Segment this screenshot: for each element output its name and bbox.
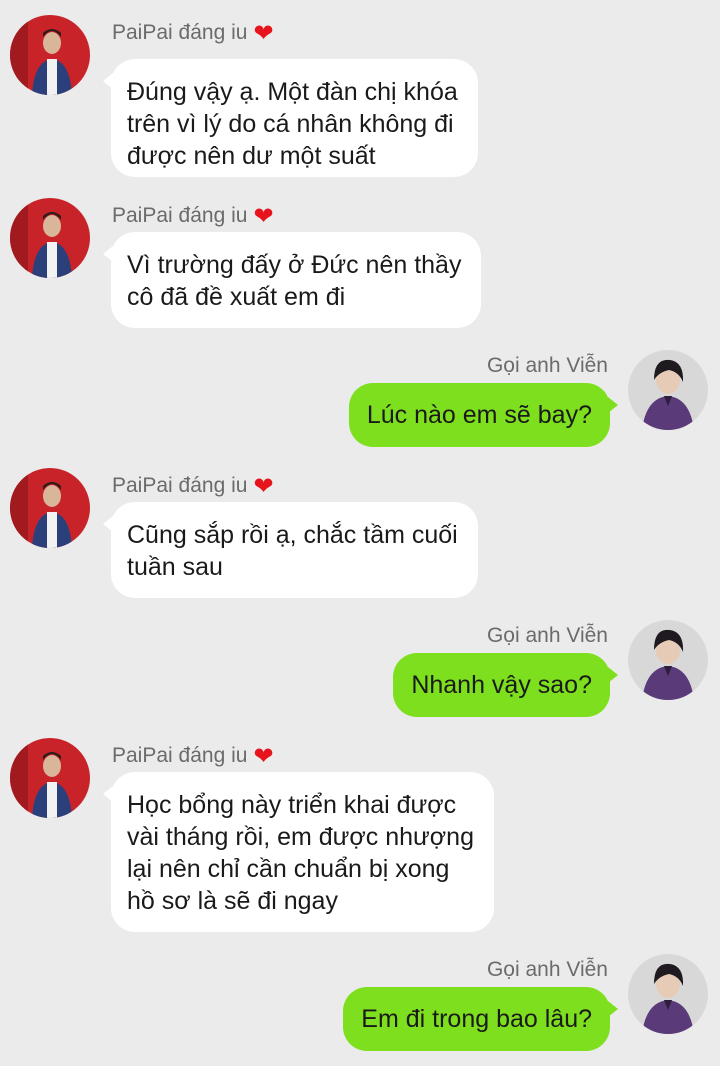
- my-avatar[interactable]: [628, 954, 708, 1034]
- message-text-line: lại nên chỉ cần chuẩn bị xong: [127, 855, 450, 883]
- heart-icon: ❤: [253, 473, 274, 500]
- message-text-line: hồ sơ là sẽ đi ngay: [127, 887, 338, 915]
- contact-avatar[interactable]: [10, 468, 90, 548]
- sender-name: PaiPai đáng iu ❤: [112, 202, 274, 231]
- message-text-line: được nên dư một suất: [127, 142, 376, 170]
- message-text-line: Cũng sắp rồi ạ, chắc tầm cuối: [127, 521, 458, 549]
- message-bubble[interactable]: Em đi trong bao lâu?: [343, 987, 618, 1051]
- heart-icon: ❤: [253, 20, 274, 47]
- sender-name: PaiPai đáng iu ❤: [112, 19, 274, 48]
- message-text-line: Đúng vậy ạ. Một đàn chị khóa: [127, 78, 458, 106]
- avatar-purple-jacket-icon: [628, 954, 708, 1034]
- message-bubble[interactable]: Cũng sắp rồi ạ, chắc tầm cuối tuần sau: [103, 502, 478, 598]
- sender-name: Gọi anh Viễn: [486, 354, 608, 377]
- avatar-red-wall-icon: [10, 738, 90, 818]
- contact-avatar[interactable]: [10, 198, 90, 278]
- message-text-line: Vì trường đấy ở Đức nên thầy: [127, 251, 462, 279]
- contact-avatar[interactable]: [10, 15, 90, 95]
- my-avatar[interactable]: [628, 620, 708, 700]
- sender-name-text: PaiPai đáng iu: [112, 744, 248, 767]
- avatar-red-wall-icon: [10, 468, 90, 548]
- message-bubble[interactable]: Vì trường đấy ở Đức nên thầy cô đã đề xu…: [102, 232, 482, 328]
- message-text-line: vài tháng rồi, em được nhượng: [127, 823, 474, 851]
- heart-icon: ❤: [253, 743, 274, 770]
- sender-name-text: PaiPai đáng iu: [112, 204, 248, 227]
- sender-name: PaiPai đáng iu ❤: [112, 472, 274, 501]
- message-text-line: trên vì lý do cá nhân không đi: [127, 110, 454, 138]
- message-bubble[interactable]: Đúng vậy ạ. Một đàn chị khóa trên vì lý …: [103, 59, 478, 177]
- avatar-purple-jacket-icon: [628, 350, 708, 430]
- avatar-red-wall-icon: [10, 15, 90, 95]
- message-text-line: Học bổng này triển khai được: [127, 791, 457, 819]
- message-bubble[interactable]: Lúc nào em sẽ bay?: [348, 383, 619, 447]
- avatar-red-wall-icon: [10, 198, 90, 278]
- my-avatar[interactable]: [628, 350, 708, 430]
- message-text-line: cô đã đề xuất em đi: [127, 283, 346, 311]
- sender-name: PaiPai đáng iu ❤: [112, 742, 274, 771]
- sender-name-text: PaiPai đáng iu: [112, 21, 248, 44]
- message-text-line: tuần sau: [127, 553, 223, 581]
- sender-name: Gọi anh Viễn: [486, 958, 608, 981]
- contact-avatar[interactable]: [10, 738, 90, 818]
- avatar-purple-jacket-icon: [628, 620, 708, 700]
- message-bubble[interactable]: Nhanh vậy sao?: [393, 653, 618, 717]
- message-bubble[interactable]: Học bổng này triển khai được vài tháng r…: [103, 772, 494, 932]
- sender-name-text: PaiPai đáng iu: [112, 474, 248, 497]
- sender-name: Gọi anh Viễn: [486, 624, 608, 647]
- heart-icon: ❤: [253, 203, 274, 230]
